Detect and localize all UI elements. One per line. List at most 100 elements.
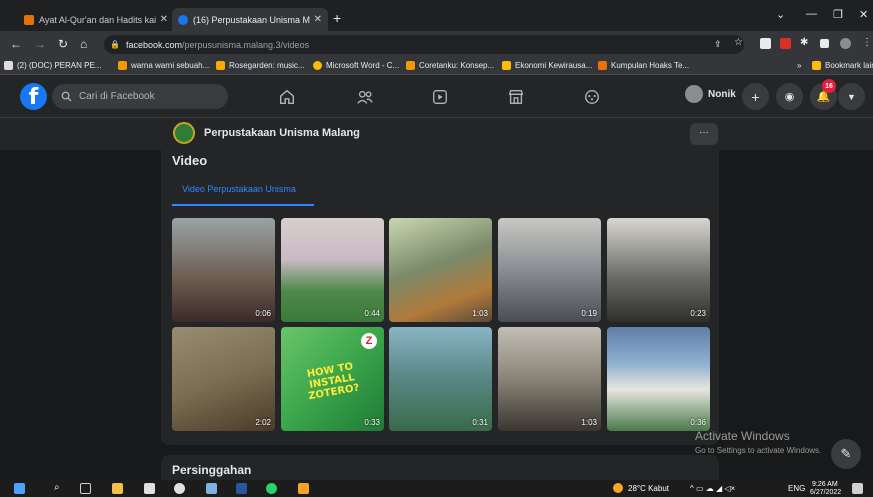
video-thumbnail[interactable]: 0:44	[281, 218, 384, 322]
profile-avatar-icon[interactable]	[840, 38, 851, 49]
rose-icon	[216, 61, 225, 70]
video-overlay-text: HOW TO INSTALL ZOTERO?	[306, 361, 361, 403]
share-icon[interactable]: ⇪	[714, 39, 725, 50]
app-icon[interactable]	[206, 483, 217, 494]
video-thumbnail[interactable]: 1:03	[498, 327, 601, 431]
language-indicator[interactable]: ENG	[788, 484, 805, 493]
close-tab-icon[interactable]: ✕	[314, 14, 322, 25]
task-view-icon[interactable]	[80, 483, 91, 494]
bookmark-item[interactable]: warna warni sebuah...	[118, 61, 209, 70]
video-duration: 1:03	[472, 309, 488, 318]
file-explorer-icon[interactable]	[112, 483, 123, 494]
tab-video-perpustakaan[interactable]: Video Perpustakaan Unisma	[182, 184, 296, 194]
site-icon	[598, 61, 607, 70]
tray-icons[interactable]: ^ ▭ ☁ ◢ ◁×	[690, 484, 735, 493]
weather-text[interactable]: 28°C Kabut	[628, 484, 669, 493]
browser-tab-1[interactable]: Ayat Al-Qur'an dan Hadits kaitan ✕	[18, 8, 174, 31]
close-window-button[interactable]: ✕	[859, 8, 868, 21]
video-duration: 0:36	[690, 418, 706, 427]
avatar	[685, 85, 703, 103]
search-icon	[61, 91, 72, 102]
video-thumbnail[interactable]: 0:23	[607, 218, 710, 322]
other-bookmarks[interactable]: Bookmark lain	[812, 61, 873, 70]
facebook-logo-icon[interactable]: f	[20, 83, 47, 110]
messenger-button[interactable]: ◉	[776, 83, 803, 110]
extensions-puzzle-icon[interactable]: ✱	[800, 37, 811, 48]
video-thumbnail[interactable]: 0:19	[498, 218, 601, 322]
forward-button[interactable]: →	[34, 37, 46, 51]
active-tab-indicator	[172, 204, 314, 206]
url-host: facebook.com	[125, 39, 182, 50]
video-duration: 0:31	[472, 418, 488, 427]
watch-icon[interactable]	[429, 86, 451, 108]
menu-kebab-icon[interactable]: ⋮	[862, 37, 873, 48]
search-icon[interactable]: ⌕	[54, 482, 60, 493]
url-path: /perpusunisma.malang.3/videos	[182, 39, 310, 50]
close-tab-icon[interactable]: ✕	[160, 14, 168, 25]
extension-icon[interactable]	[780, 38, 791, 49]
notification-center-icon[interactable]	[852, 483, 863, 494]
clock-date[interactable]: 6/27/2022	[810, 489, 841, 496]
bookmark-item[interactable]: Rosegarden: music...	[216, 61, 305, 70]
video-duration: 0:23	[690, 309, 706, 318]
caret-down-icon: ▼	[847, 91, 856, 102]
address-bar[interactable]: 🔒 facebook.com/perpusunisma.malang.3/vid…	[104, 35, 744, 54]
maximize-button[interactable]: ❐	[833, 8, 843, 21]
video-thumbnail[interactable]: 1:03	[389, 218, 492, 322]
browser-toolbar: ← → ↻ ⌂ 🔒 facebook.com/perpusunisma.mala…	[0, 31, 873, 58]
bookmark-item[interactable]: Kumpulan Hoaks Te...	[598, 61, 689, 70]
more-options-button[interactable]: ···	[690, 123, 718, 145]
bookmark-star-icon[interactable]: ☆	[734, 37, 745, 48]
bookmark-item[interactable]: (2) (DOC) PERAN PE...	[4, 61, 101, 70]
chrome-icon[interactable]	[174, 483, 185, 494]
compose-icon: ✎	[840, 446, 852, 461]
create-menu-button[interactable]: +	[742, 83, 769, 110]
page-avatar[interactable]	[173, 122, 195, 144]
gaming-icon[interactable]	[581, 86, 603, 108]
store-icon[interactable]	[144, 483, 155, 494]
video-thumbnail[interactable]: 0:06	[172, 218, 275, 322]
word-icon	[313, 61, 322, 70]
bookmark-item[interactable]: Microsoft Word - C...	[313, 61, 399, 70]
video-duration: 0:19	[581, 309, 597, 318]
video-thumbnail[interactable]: 0:36	[607, 327, 710, 431]
bookmarks-overflow-button[interactable]: »	[797, 61, 801, 70]
account-menu-button[interactable]: ▼	[838, 83, 865, 110]
page-header: Perpustakaan Unisma Malang ···	[0, 118, 873, 150]
new-message-button[interactable]: ✎	[831, 439, 861, 469]
home-button[interactable]: ⌂	[80, 37, 87, 51]
bookmark-item[interactable]: Coretanku: Konsep...	[406, 61, 494, 70]
clock-time[interactable]: 9:26 AM	[812, 481, 838, 488]
video-thumbnail[interactable]: Z HOW TO INSTALL ZOTERO? 0:33	[281, 327, 384, 431]
tab-search-icon[interactable]: ⌄	[776, 8, 785, 21]
friends-icon[interactable]	[354, 86, 376, 108]
reload-button[interactable]: ↻	[58, 37, 68, 51]
facebook-search-input[interactable]: Cari di Facebook	[52, 84, 228, 109]
windows-start-icon[interactable]	[14, 483, 25, 494]
tab-title: Ayat Al-Qur'an dan Hadits kaitan	[39, 14, 156, 25]
watermark-subtitle: Go to Settings to activate Windows.	[695, 446, 822, 455]
section-title: Video	[172, 153, 208, 168]
profile-name: Nonik	[708, 88, 736, 100]
profile-shortcut[interactable]: Nonik	[685, 85, 736, 103]
browser-tab-strip: Ayat Al-Qur'an dan Hadits kaitan ✕ (16) …	[0, 0, 873, 31]
video-thumbnail[interactable]: 2:02	[172, 327, 275, 431]
marketplace-icon[interactable]	[505, 86, 527, 108]
doc-icon	[4, 61, 13, 70]
word-icon[interactable]	[236, 483, 247, 494]
site-icon	[502, 61, 511, 70]
bookmark-item[interactable]: Ekonomi Kewirausa...	[502, 61, 592, 70]
new-tab-button[interactable]: +	[333, 10, 341, 26]
page-title[interactable]: Perpustakaan Unisma Malang	[204, 127, 360, 139]
extension-icon[interactable]	[760, 38, 771, 49]
browser-tab-2[interactable]: (16) Perpustakaan Unisma Malan ✕	[172, 8, 328, 31]
minimize-button[interactable]: —	[806, 8, 817, 20]
side-panel-icon[interactable]	[820, 39, 829, 48]
video-thumbnail[interactable]: 0:31	[389, 327, 492, 431]
folder-icon	[812, 61, 821, 70]
app-icon[interactable]	[298, 483, 309, 494]
home-icon[interactable]	[276, 86, 298, 108]
back-button[interactable]: ←	[10, 37, 22, 51]
video-duration: 0:44	[364, 309, 380, 318]
whatsapp-icon[interactable]	[266, 483, 277, 494]
